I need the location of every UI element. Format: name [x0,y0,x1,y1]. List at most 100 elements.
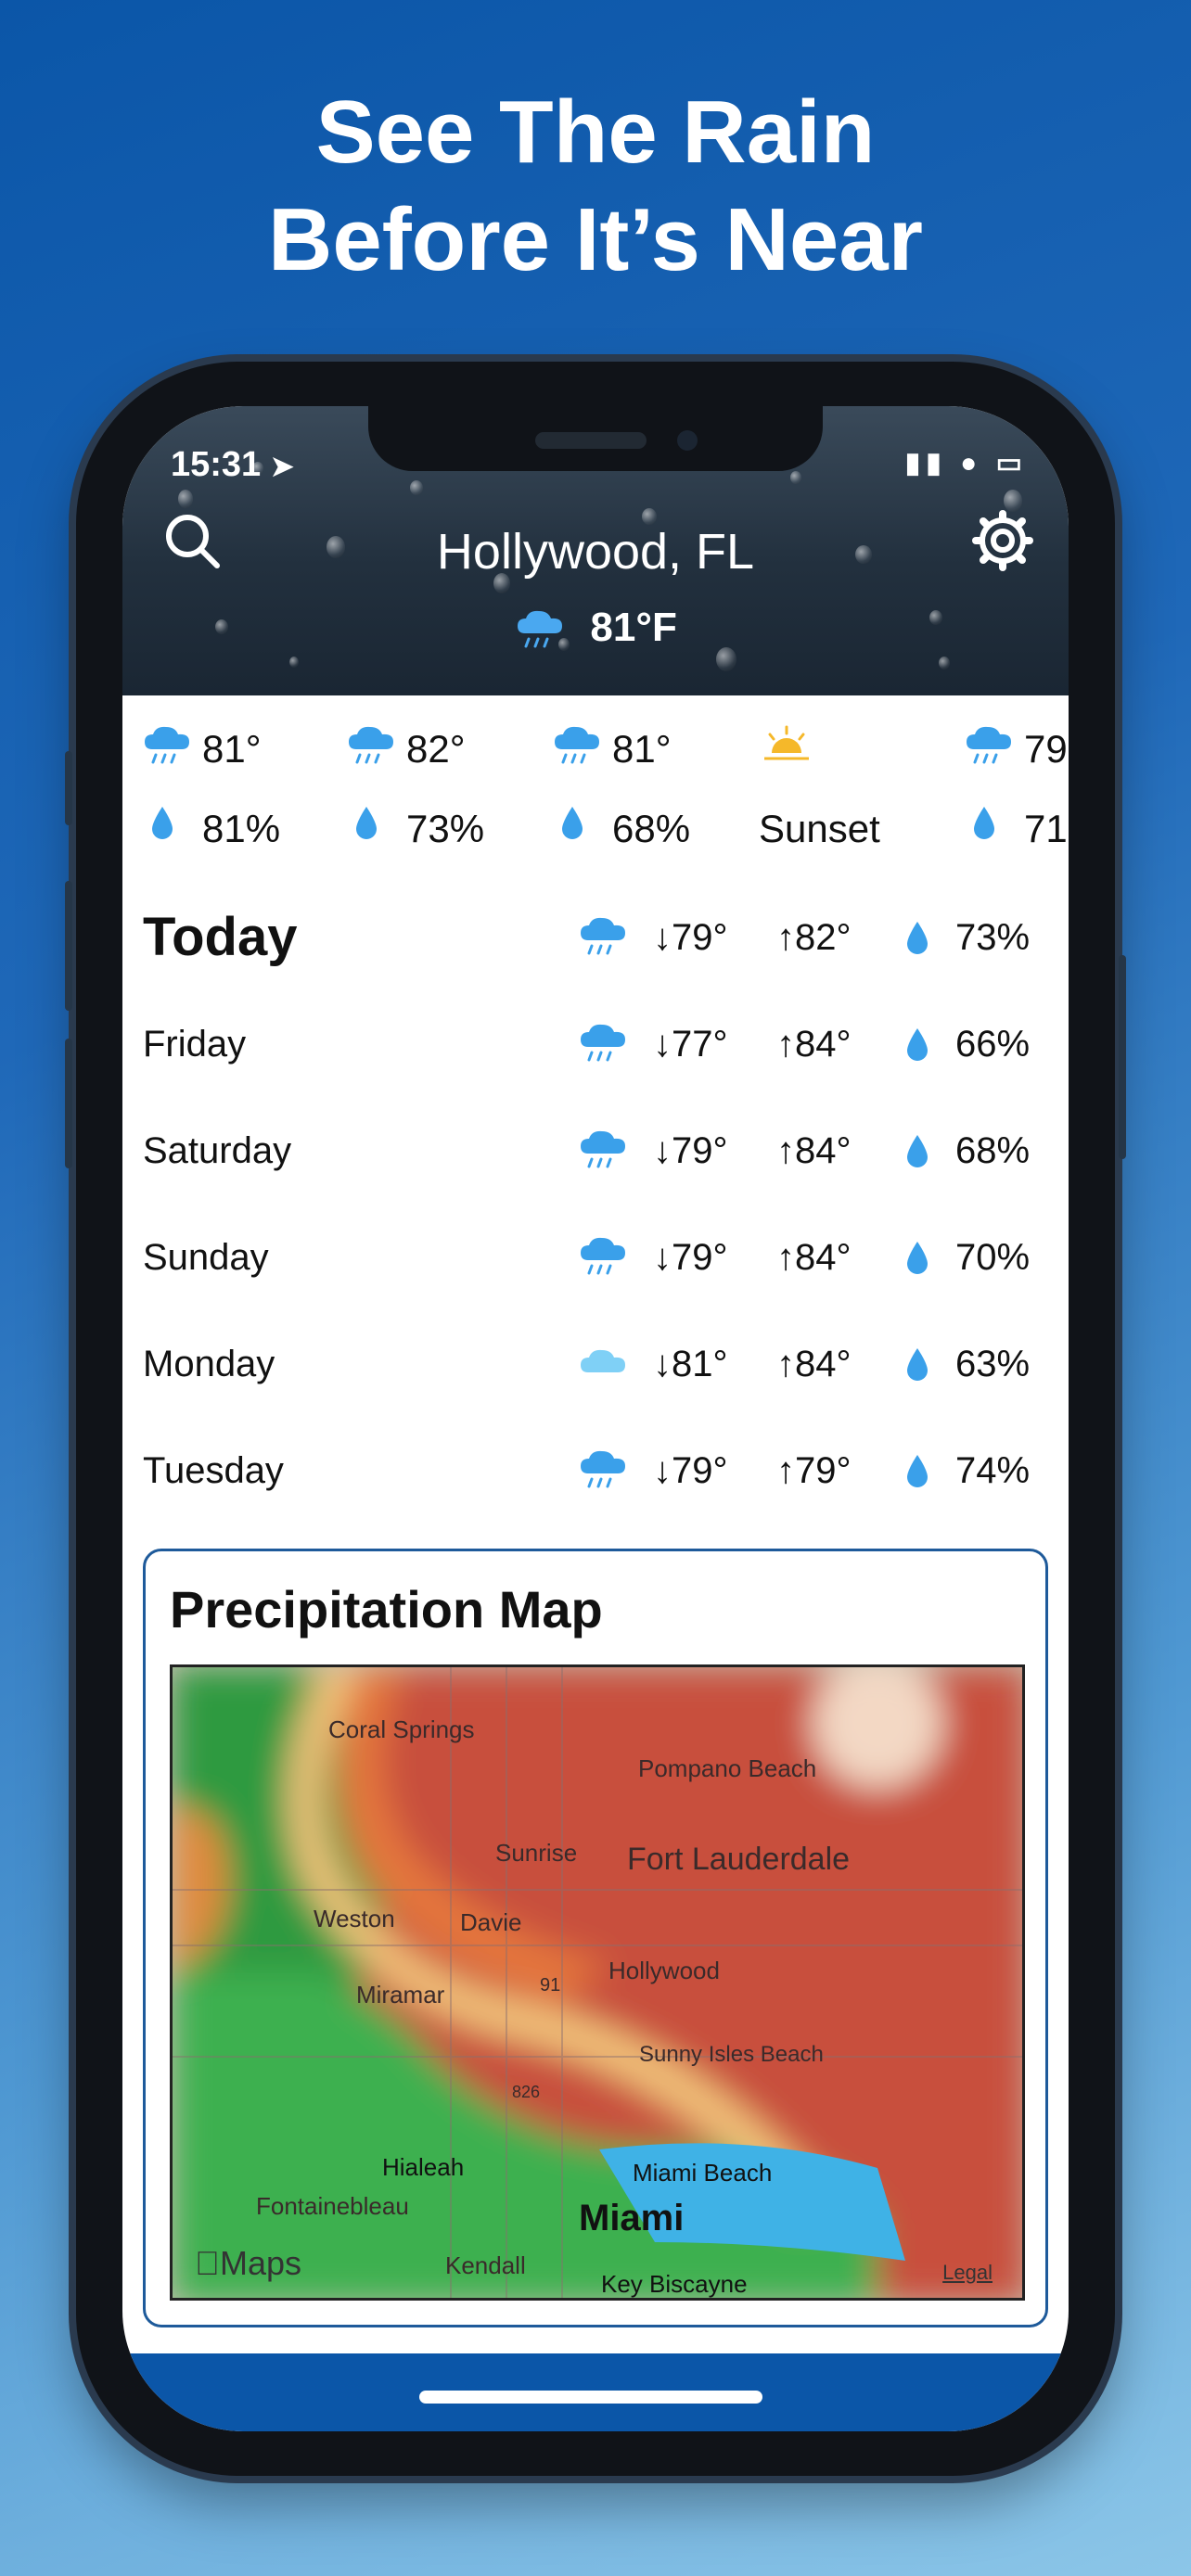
day-precip: 70% [955,1237,1031,1278]
hourly-item[interactable]: 79 71 [963,712,1069,888]
map-label-coral-springs: Coral Springs [328,1715,475,1743]
hourly-precip: 73% [406,807,485,850]
map-label-davie: Davie [460,1908,522,1936]
headline: See The Rain Before It’s Near [0,79,1191,294]
map-label-sunny-isles-beach: Sunny Isles Beach [639,2042,824,2067]
map-legal-link[interactable]: Legal [942,2261,992,2285]
power-button [1119,955,1126,1159]
water-drop-icon [907,1242,928,1274]
app-screen: 15:31 ➤ ▮▮ ● ▭ Hollywood, FL 81°F 81° 81… [122,406,1069,2431]
hourly-temp: 79 [1024,727,1068,771]
water-drop-icon [907,922,928,954]
day-precip: 68% [955,1130,1031,1171]
hourly-item[interactable]: 81° 81% [141,712,345,888]
wifi-icon: ● [960,448,983,478]
status-time-text: 15:31 [171,445,262,484]
hourly-temp: 82° [406,727,466,771]
daily-row-today[interactable]: Today ↓79° ↑82° 73% [143,886,1057,988]
hourly-item[interactable]: 82° 73% [345,712,549,888]
map-title: Precipitation Map [170,1580,603,1639]
raindrop [289,657,299,668]
gear-icon [972,510,1033,571]
settings-button[interactable] [970,508,1035,573]
day-name: Saturday [143,1130,292,1171]
day-high: ↑84° [776,1344,852,1384]
hourly-precip: 71 [1024,807,1068,850]
hourly-temp: 81° [612,727,672,771]
day-high: ↑84° [776,1130,852,1171]
volume-down-button [65,1039,72,1168]
day-high: ↑84° [776,1024,852,1065]
current-temperature: 81°F [590,605,677,650]
rain-cloud-icon [581,1024,625,1062]
raindrop [410,480,423,495]
hourly-item[interactable]: 81° 68% [551,712,755,888]
rain-cloud-icon [581,1237,625,1275]
map-label-miami: Miami [579,2198,685,2238]
day-name: Sunday [143,1237,269,1278]
rain-cloud-icon [967,726,1011,764]
day-low: ↓79° [653,917,728,958]
rain-cloud-icon [581,1130,625,1168]
rain-cloud-icon [145,726,189,764]
signal-icon: ▮▮ [904,448,947,478]
mute-switch [65,751,72,825]
map-label-miami-beach: Miami Beach [633,2159,773,2187]
water-drop-icon [974,807,994,839]
day-high: ↑79° [776,1450,852,1491]
water-drop-icon [907,1135,928,1167]
route-shield-91: 91 [540,1975,561,1996]
water-drop-icon [356,807,377,839]
day-low: ↓79° [653,1130,728,1171]
daily-row[interactable]: Monday ↓81° ↑84° 63% [143,1313,1057,1415]
home-indicator[interactable] [419,2391,762,2404]
phone-frame: 15:31 ➤ ▮▮ ● ▭ Hollywood, FL 81°F 81° 81… [65,362,1126,2476]
day-low: ↓77° [653,1024,728,1065]
volume-up-button [65,881,72,1011]
raindrop [790,471,801,484]
notch [368,406,823,471]
day-precip: 63% [955,1344,1031,1384]
rain-cloud-icon [581,917,625,955]
rain-cloud-icon [518,611,563,648]
map-label-hialeah: Hialeah [382,2153,465,2181]
daily-row[interactable]: Friday ↓77° ↑84° 66% [143,993,1057,1095]
map-label-sunrise: Sunrise [495,1839,578,1867]
map-label-fontainebleau: Fontainebleau [256,2192,409,2220]
map-label-hollywood: Hollywood [608,1957,720,1984]
day-low: ↓79° [653,1450,728,1491]
speaker-grille [535,432,647,449]
cloud-icon [581,1349,625,1372]
sunset-label: Sunset [759,807,880,850]
daily-row[interactable]: Saturday ↓79° ↑84° 68% [143,1100,1057,1202]
water-drop-icon [152,807,173,839]
water-drop-icon [907,1348,928,1381]
day-precip: 66% [955,1024,1031,1065]
status-indicators: ▮▮ ● ▭ [905,447,1028,479]
map-label-kendall: Kendall [445,2251,526,2279]
route-shield-826: 826 [512,2083,541,2101]
day-precip: 74% [955,1450,1031,1491]
hourly-forecast-strip[interactable]: 81° 81% 82° 73% 81° 68% Sunset 79 71 [122,712,1069,888]
headline-line-2: Before It’s Near [267,190,924,289]
apple-maps-logo: Maps [195,2244,301,2282]
day-name: Today [143,907,298,967]
rain-cloud-icon [555,726,599,764]
precipitation-map[interactable]: Coral Springs Pompano Beach Sunrise Fort… [170,1664,1025,2301]
map-label-miramar: Miramar [356,1981,445,2009]
location-arrow-icon: ➤ [270,452,294,482]
hourly-item-sunset[interactable]: Sunset [759,712,963,888]
front-camera [677,430,698,451]
precipitation-map-card: Precipitation Map Coral Springs Pompano … [143,1549,1048,2327]
water-drop-icon [562,807,583,839]
map-label-pompano-beach: Pompano Beach [638,1754,817,1782]
hourly-precip: 81% [202,807,281,850]
daily-row[interactable]: Tuesday ↓79° ↑79° 74% [143,1420,1057,1522]
water-drop-icon [907,1028,928,1061]
daily-row[interactable]: Sunday ↓79° ↑84° 70% [143,1206,1057,1308]
map-label-fort-lauderdale: Fort Lauderdale [627,1842,851,1877]
rain-cloud-icon [349,726,393,764]
day-high: ↑84° [776,1237,852,1278]
sunset-icon [764,725,809,760]
city-name: Hollywood, FL [436,524,755,580]
